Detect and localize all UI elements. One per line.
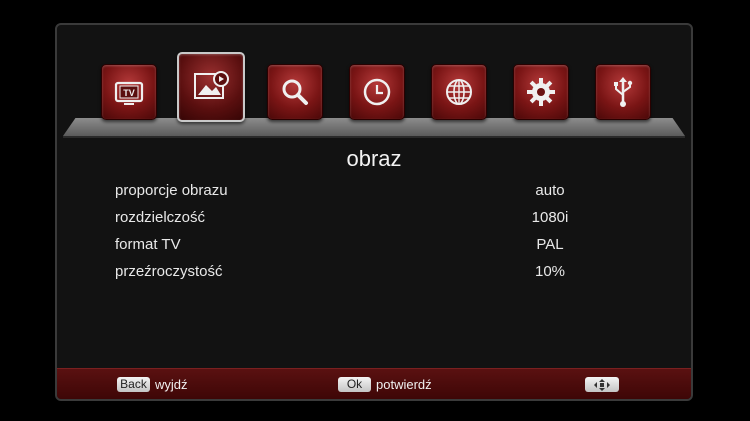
menu-item-settings[interactable] [513, 64, 569, 120]
ok-key[interactable]: Ok [338, 377, 371, 392]
usb-icon [614, 77, 633, 107]
setting-label: format TV [115, 236, 181, 253]
setting-row-tv-format[interactable]: format TV PAL [115, 236, 635, 256]
setting-value[interactable]: PAL [485, 236, 615, 253]
back-key[interactable]: Back [117, 377, 150, 392]
main-menu-bar: TV [57, 25, 691, 143]
menu-item-usb[interactable] [595, 64, 651, 120]
navigation-key[interactable] [585, 377, 619, 392]
setting-value[interactable]: auto [485, 182, 615, 199]
setting-row-aspect-ratio[interactable]: proporcje obrazu auto [115, 182, 635, 202]
menu-item-network[interactable] [431, 64, 487, 120]
setting-label: proporcje obrazu [115, 182, 228, 199]
setting-value[interactable]: 10% [485, 263, 615, 280]
four-arrows-icon [594, 378, 610, 391]
search-icon [282, 79, 308, 105]
gear-icon [527, 78, 555, 106]
setting-value[interactable]: 1080i [485, 209, 615, 226]
svg-text:TV: TV [123, 88, 135, 98]
menu-item-search[interactable] [267, 64, 323, 120]
back-key-label: wyjdź [155, 377, 188, 392]
osd-window: TV obraz proporcje obrazu auto rozdzielc… [55, 23, 693, 401]
menu-shelf-edge [63, 136, 685, 138]
menu-item-tv[interactable]: TV [101, 64, 157, 120]
setting-label: przeźroczystość [115, 263, 223, 280]
menu-shelf [63, 118, 685, 136]
setting-row-transparency[interactable]: przeźroczystość 10% [115, 263, 635, 283]
menu-item-time[interactable] [349, 64, 405, 120]
globe-icon [446, 79, 472, 105]
tv-icon: TV [114, 81, 144, 105]
section-title: obraz [346, 146, 402, 171]
footer-hint-bar: Back wyjdź Ok potwierdź [57, 368, 691, 399]
setting-label: rozdzielczość [115, 209, 206, 226]
clock-icon [363, 78, 391, 106]
menu-item-picture[interactable] [177, 52, 245, 122]
ok-key-label: potwierdź [376, 377, 432, 392]
setting-row-resolution[interactable]: rozdzielczość 1080i [115, 209, 635, 229]
picture-icon [194, 71, 229, 99]
